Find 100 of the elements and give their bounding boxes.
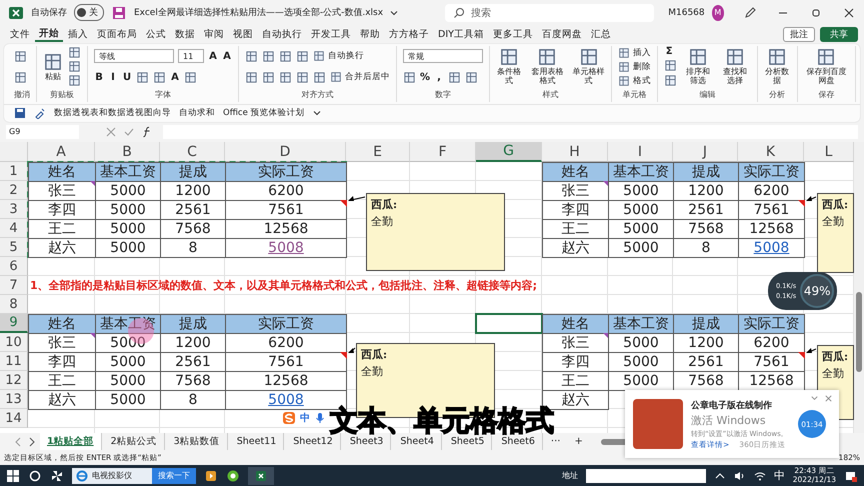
ribbon-button[interactable]: 格式 bbox=[618, 74, 652, 87]
more-sheets-button[interactable]: ··· bbox=[544, 436, 566, 448]
table-icon[interactable] bbox=[262, 70, 275, 84]
ribbon-button[interactable]: 保存到百度网盘 bbox=[804, 46, 849, 88]
menu-tab[interactable]: 自动执行 bbox=[258, 28, 306, 41]
column-header[interactable]: C bbox=[160, 142, 225, 162]
dropdown-field[interactable]: 等线 bbox=[94, 49, 174, 64]
column-header[interactable]: E bbox=[346, 142, 410, 162]
row-header[interactable]: 2 bbox=[0, 181, 28, 200]
row-header[interactable]: 13 bbox=[0, 390, 28, 410]
ribbon-button[interactable]: I bbox=[108, 72, 118, 83]
autosave-toggle[interactable]: 关 bbox=[74, 4, 104, 22]
toolbar-button[interactable]: 数据透视表和数据透视图向导 bbox=[54, 107, 171, 120]
name-box[interactable]: G9 bbox=[6, 125, 79, 140]
table-icon[interactable] bbox=[68, 46, 81, 60]
ribbon-button[interactable]: 自动换行 bbox=[313, 50, 364, 62]
table-icon[interactable] bbox=[14, 50, 27, 63]
table-icon[interactable] bbox=[664, 59, 678, 72]
column-header[interactable]: D bbox=[225, 142, 346, 162]
ribbon-button[interactable]: 套用表格格式 bbox=[527, 46, 568, 88]
menu-tab[interactable]: 百度网盘 bbox=[538, 28, 586, 41]
dropdown-field[interactable]: 常规 bbox=[403, 49, 483, 64]
table-icon[interactable] bbox=[403, 70, 416, 84]
comments-button[interactable]: 批注 bbox=[783, 26, 815, 42]
row-header[interactable]: 14 bbox=[0, 409, 28, 428]
column-header[interactable]: H bbox=[542, 142, 608, 162]
menu-tab[interactable]: 插入 bbox=[64, 28, 92, 41]
table-icon[interactable] bbox=[184, 70, 197, 84]
ribbon-button[interactable]: Σ bbox=[664, 46, 674, 58]
ribbon-button[interactable]: % bbox=[420, 72, 430, 83]
chevron-down-icon[interactable] bbox=[390, 8, 398, 17]
row-header[interactable]: 5 bbox=[0, 238, 28, 258]
taskbar-search-field[interactable]: 电视投影仪 bbox=[72, 468, 152, 484]
menu-tab[interactable]: 文件 bbox=[6, 28, 34, 41]
menu-tab[interactable]: 公式 bbox=[142, 28, 170, 41]
table-icon[interactable] bbox=[68, 60, 81, 74]
search-field[interactable]: 搜索 bbox=[445, 4, 654, 22]
table-icon[interactable] bbox=[296, 50, 309, 63]
browser-app-icon[interactable] bbox=[226, 468, 240, 483]
ribbon-button[interactable]: , bbox=[434, 72, 444, 83]
row-header[interactable]: 4 bbox=[0, 219, 28, 238]
user-avatar[interactable]: M bbox=[712, 4, 724, 21]
input-method-indicator[interactable]: 中 bbox=[774, 468, 785, 484]
ribbon-button[interactable]: U bbox=[122, 72, 132, 83]
table-icon[interactable] bbox=[262, 50, 275, 63]
table-icon[interactable] bbox=[465, 70, 478, 84]
column-header[interactable]: A bbox=[28, 142, 95, 162]
ribbon-button[interactable]: 单元格样式 bbox=[572, 46, 606, 88]
menu-tab[interactable]: 帮助 bbox=[356, 28, 384, 41]
comment-box[interactable]: 西瓜: 全勤 bbox=[817, 193, 854, 274]
pen-icon[interactable] bbox=[743, 6, 757, 20]
row-header[interactable]: 9 bbox=[0, 314, 28, 334]
circle-icon[interactable] bbox=[28, 468, 42, 483]
row-header[interactable]: 3 bbox=[0, 200, 28, 220]
scrollbar-thumb[interactable] bbox=[856, 292, 862, 372]
table-icon[interactable] bbox=[245, 50, 258, 63]
windows-start-icon[interactable] bbox=[6, 468, 20, 483]
column-header[interactable]: K bbox=[738, 142, 804, 162]
add-sheet-button[interactable]: + bbox=[568, 436, 589, 448]
close-icon[interactable] bbox=[842, 6, 856, 20]
table-cell[interactable]: 5008 bbox=[225, 238, 347, 258]
search-button[interactable]: 搜索一下 bbox=[152, 468, 196, 484]
menu-tab[interactable]: 审阅 bbox=[200, 28, 228, 41]
table-icon[interactable] bbox=[296, 70, 309, 84]
chevron-down-icon[interactable] bbox=[312, 109, 321, 118]
ribbon-button[interactable]: 条件格式 bbox=[496, 46, 522, 88]
cancel-icon[interactable] bbox=[105, 126, 117, 138]
speaker-icon[interactable] bbox=[734, 470, 746, 482]
row-header[interactable]: 6 bbox=[0, 257, 28, 276]
table-icon[interactable] bbox=[313, 70, 326, 84]
check-icon[interactable] bbox=[123, 126, 135, 138]
menu-tab[interactable]: 页面布局 bbox=[93, 28, 141, 41]
column-header[interactable]: I bbox=[608, 142, 673, 162]
address-field[interactable] bbox=[586, 468, 706, 483]
ribbon-button[interactable]: A bbox=[208, 50, 218, 62]
wifi-icon[interactable] bbox=[754, 470, 766, 482]
ribbon-button[interactable]: 删除 bbox=[618, 60, 652, 73]
row-header[interactable]: 10 bbox=[0, 333, 28, 352]
column-header[interactable]: B bbox=[95, 142, 160, 162]
menu-tab[interactable]: 数据 bbox=[171, 28, 199, 41]
table-cell[interactable]: 5008 bbox=[738, 238, 805, 258]
pinwheel-icon[interactable] bbox=[50, 468, 64, 483]
row-header[interactable]: 12 bbox=[0, 371, 28, 390]
ribbon-button[interactable]: 粘贴 bbox=[43, 46, 63, 88]
ribbon-button[interactable]: 分析数据 bbox=[764, 46, 791, 88]
ribbon-button[interactable]: A bbox=[170, 72, 180, 83]
ribbon-button[interactable]: 查找和选择 bbox=[718, 46, 751, 88]
table-icon[interactable] bbox=[664, 74, 678, 87]
table-icon[interactable] bbox=[14, 70, 27, 84]
table-icon[interactable] bbox=[448, 70, 462, 84]
column-header[interactable]: J bbox=[673, 142, 738, 162]
row-header[interactable]: 8 bbox=[0, 295, 28, 314]
ribbon-button[interactable]: A bbox=[222, 50, 232, 62]
table-icon[interactable] bbox=[153, 70, 166, 84]
column-header[interactable]: G bbox=[476, 142, 542, 162]
file-name[interactable]: Excel全网最详细选择性粘贴用法——选项全部-公式-数值.xlsx bbox=[134, 6, 384, 20]
brush-icon[interactable] bbox=[34, 107, 46, 120]
save-icon[interactable] bbox=[14, 107, 26, 120]
table-icon[interactable] bbox=[68, 74, 81, 88]
toolbar-button[interactable]: Office 预览体验计划 bbox=[223, 107, 305, 120]
